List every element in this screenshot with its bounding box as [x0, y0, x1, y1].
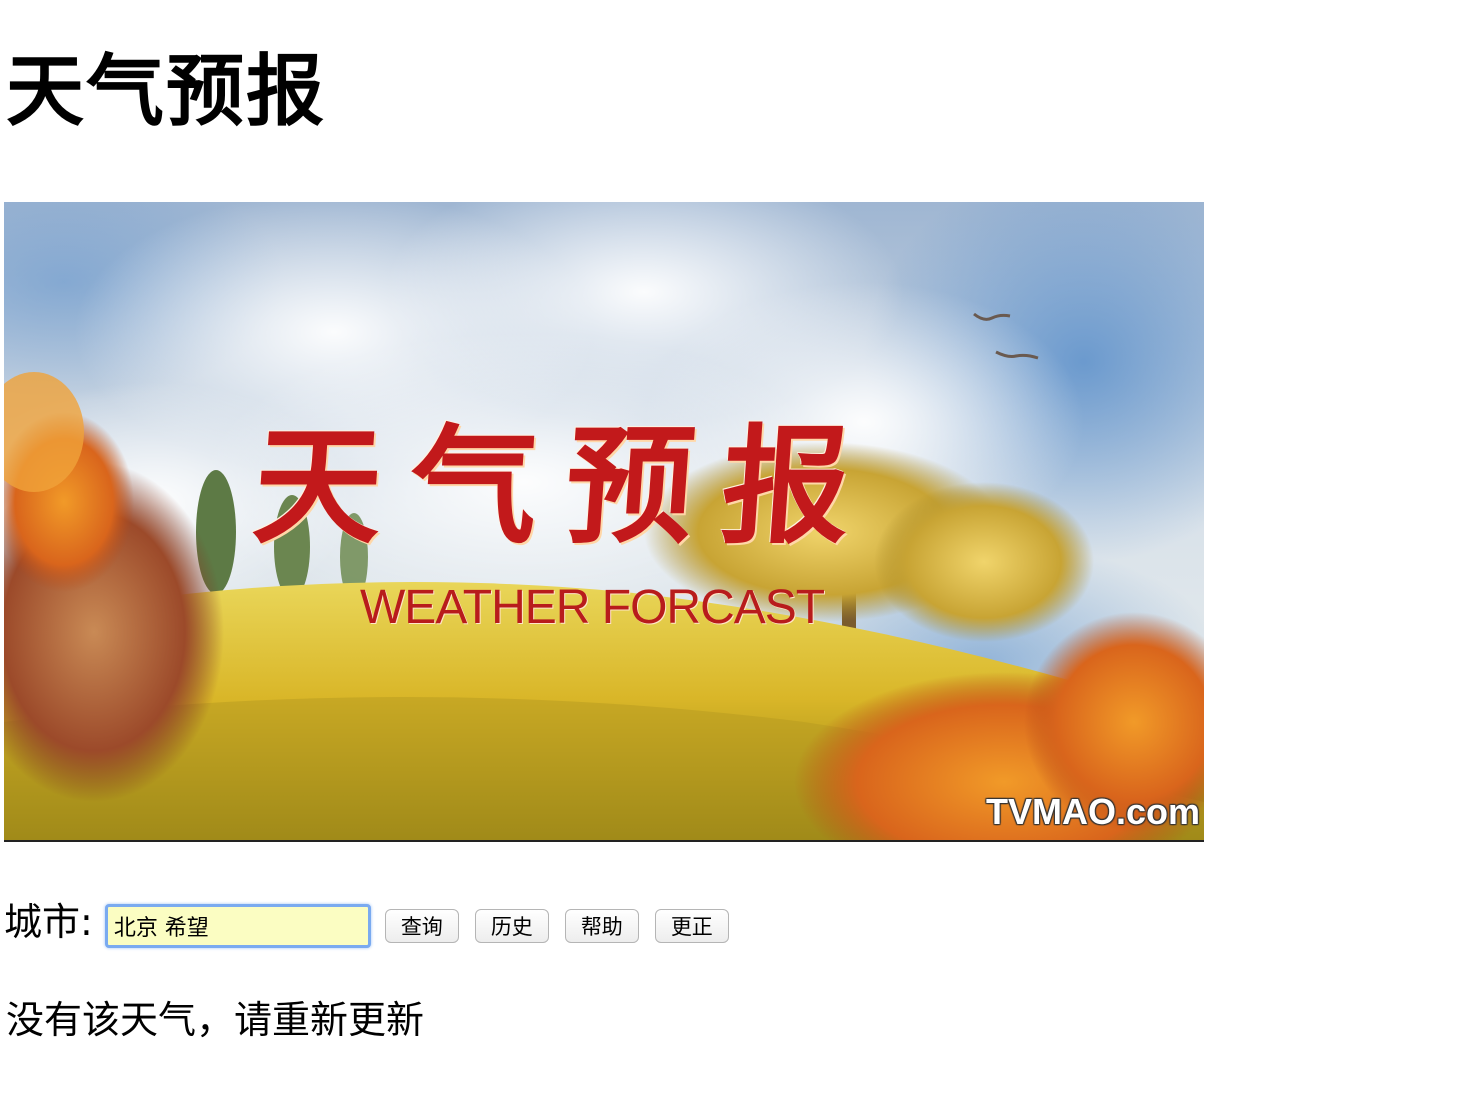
banner-title: 天气预报 — [248, 412, 884, 562]
status-message: 没有该天气，请重新更新 — [6, 998, 425, 1042]
page: 天气预报 天气预报 WEATHER FORCAST TVMAO.com 城市: … — [0, 0, 1458, 1094]
banner-subtitle: WEATHER FORCAST — [360, 581, 825, 634]
weather-banner-image: 天气预报 WEATHER FORCAST TVMAO.com — [4, 202, 1204, 842]
query-button[interactable]: 查询 — [384, 909, 459, 943]
city-label: 城市: — [4, 900, 93, 944]
banner-watermark: TVMAO.com — [985, 791, 1200, 832]
city-input[interactable] — [104, 904, 371, 948]
city-query-form: 城市: 查询 历史 帮助 更正 — [4, 898, 745, 954]
help-button[interactable]: 帮助 — [564, 909, 639, 943]
history-button[interactable]: 历史 — [474, 909, 549, 943]
correct-button[interactable]: 更正 — [654, 909, 729, 943]
page-title: 天气预报 — [6, 47, 327, 137]
